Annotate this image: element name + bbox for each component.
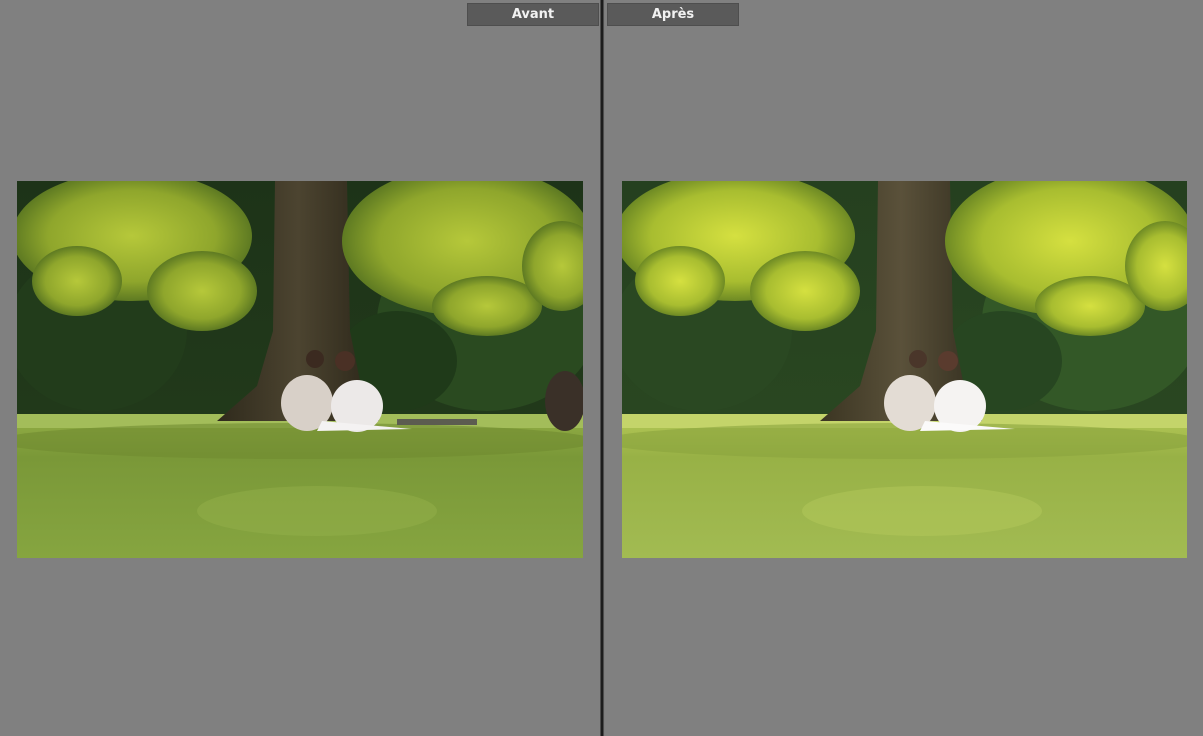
after-label: Après bbox=[607, 3, 739, 26]
after-photo[interactable] bbox=[622, 181, 1187, 558]
before-photo-image bbox=[17, 181, 583, 558]
before-after-viewer: Avant Après bbox=[0, 0, 1203, 736]
before-label: Avant bbox=[467, 3, 599, 26]
before-photo[interactable] bbox=[17, 181, 583, 558]
after-photo-image bbox=[622, 181, 1187, 558]
after-pane[interactable]: Après bbox=[605, 0, 1203, 736]
before-pane[interactable]: Avant bbox=[0, 0, 600, 736]
